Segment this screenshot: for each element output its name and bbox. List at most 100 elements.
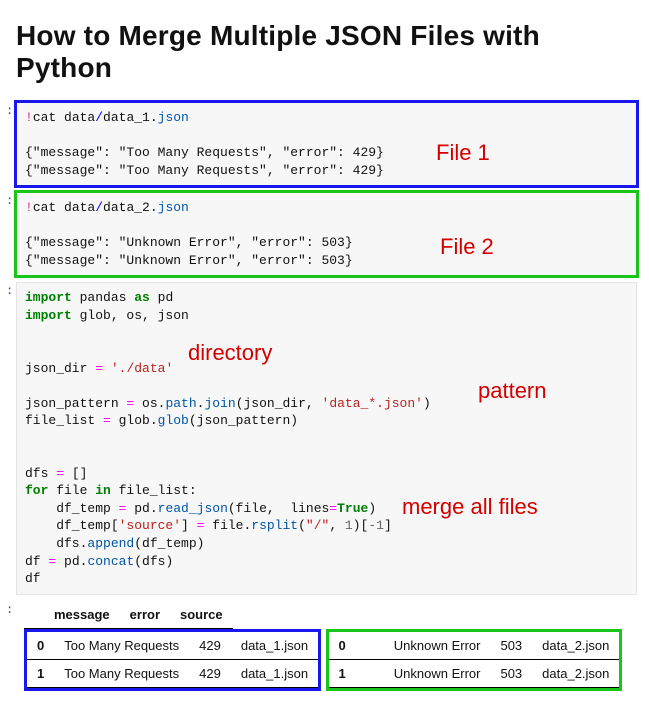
txt: json_dir	[25, 361, 95, 376]
rows-group-file1: 0 Too Many Requests 429 data_1.json 1 To…	[24, 629, 321, 691]
row-index: 1	[329, 659, 356, 687]
output-line: {"message": "Unknown Error", "error": 50…	[25, 235, 353, 250]
df-header: message error source	[24, 601, 233, 629]
txt: (json_pattern)	[189, 413, 298, 428]
kw-in: in	[95, 483, 111, 498]
slash: /	[95, 200, 103, 215]
table-row: 1 Too Many Requests 429 data_1.json	[27, 659, 318, 687]
table-header-row: message error source	[24, 601, 233, 629]
code-block-file1: !cat data/data_1.json {"message": "Too M…	[16, 102, 637, 186]
txt: df	[25, 554, 48, 569]
txt: []	[64, 466, 87, 481]
annotation-merge: merge all files	[402, 494, 538, 520]
cell-error: 503	[490, 659, 532, 687]
txt: )	[368, 501, 376, 516]
rows-group-file2: 0 Unknown Error 503 data_2.json 1 Unknow…	[326, 629, 623, 691]
txt: (json_dir,	[236, 396, 322, 411]
eq: =	[95, 361, 103, 376]
cell-cat-file1: !cat data/data_1.json {"message": "Too M…	[8, 102, 637, 186]
txt: file_list:	[111, 483, 197, 498]
txt: file.	[204, 518, 251, 533]
num: -1	[368, 518, 384, 533]
kw-import: import	[25, 308, 72, 323]
cell-message: Too Many Requests	[54, 659, 189, 687]
annotation-pattern: pattern	[478, 378, 547, 404]
page-title: How to Merge Multiple JSON Files with Py…	[16, 20, 637, 84]
txt: pd.	[56, 554, 87, 569]
cell-error: 429	[189, 632, 231, 660]
func: concat	[87, 554, 134, 569]
table-row: 0 Too Many Requests 429 data_1.json	[27, 632, 318, 660]
slash: /	[95, 110, 103, 125]
kw-as: as	[134, 290, 150, 305]
file-ext: json	[158, 110, 189, 125]
cat-cmd: cat data	[33, 110, 95, 125]
cat-cmd: cat data	[33, 200, 95, 215]
txt: json_pattern	[25, 396, 126, 411]
file-ext: json	[158, 200, 189, 215]
txt	[103, 361, 111, 376]
kw-import: import	[25, 290, 72, 305]
txt: dfs	[25, 466, 56, 481]
row-index: 1	[27, 659, 54, 687]
txt: ]	[384, 518, 392, 533]
num: 1	[345, 518, 353, 533]
cell-message: Unknown Error	[356, 632, 491, 660]
txt: dfs.	[25, 536, 87, 551]
cell-cat-file2: !cat data/data_2.json {"message": "Unkno…	[8, 192, 637, 276]
const: True	[337, 501, 368, 516]
txt: (file, lines	[228, 501, 329, 516]
cell-source: data_1.json	[231, 632, 318, 660]
txt: os.	[134, 396, 165, 411]
func: append	[87, 536, 134, 551]
col-message: message	[44, 601, 120, 629]
table-row: 1 Unknown Error 503 data_2.json	[329, 659, 620, 687]
output-line: {"message": "Too Many Requests", "error"…	[25, 163, 384, 178]
txt: ,	[329, 518, 345, 533]
cell-message: Too Many Requests	[54, 632, 189, 660]
eq: =	[103, 413, 111, 428]
txt: pandas	[72, 290, 134, 305]
file-name-stem: data_1.	[103, 110, 158, 125]
annotation-directory: directory	[188, 340, 272, 366]
bang-operator: !	[25, 200, 33, 215]
txt: file	[48, 483, 95, 498]
cell-merge-code: import pandas as pd import glob, os, jso…	[8, 282, 637, 594]
eq: =	[56, 466, 64, 481]
cell-error: 429	[189, 659, 231, 687]
str: './data'	[111, 361, 173, 376]
col-idx	[24, 601, 44, 629]
cell-source: data_2.json	[532, 659, 619, 687]
txt: df_temp	[25, 501, 119, 516]
txt: (df_temp)	[134, 536, 204, 551]
txt: pd.	[126, 501, 157, 516]
code-block-main: import pandas as pd import glob, os, jso…	[16, 282, 637, 594]
func: rsplit	[251, 518, 298, 533]
eq: =	[329, 501, 337, 516]
str: 'source'	[119, 518, 181, 533]
cell-source: data_1.json	[231, 659, 318, 687]
func: glob	[158, 413, 189, 428]
kw-for: for	[25, 483, 48, 498]
txt: df_temp[	[25, 518, 119, 533]
txt: )	[423, 396, 431, 411]
output-line: {"message": "Too Many Requests", "error"…	[25, 145, 384, 160]
dataframe-output: message error source 0 Too Many Requests…	[24, 601, 637, 696]
str: 'data_*.json'	[322, 396, 423, 411]
annotation-file1: File 1	[436, 140, 490, 166]
txt: (	[298, 518, 306, 533]
txt: file_list	[25, 413, 103, 428]
cell-source: data_2.json	[532, 632, 619, 660]
row-index: 0	[27, 632, 54, 660]
txt: (dfs)	[134, 554, 173, 569]
txt: )[	[353, 518, 369, 533]
txt: pd	[150, 290, 173, 305]
txt: ]	[181, 518, 197, 533]
col-error: error	[120, 601, 170, 629]
code-block-file2: !cat data/data_2.json {"message": "Unkno…	[16, 192, 637, 276]
func: read_json	[158, 501, 228, 516]
cell-output-table: message error source 0 Too Many Requests…	[8, 601, 637, 696]
page-root: How to Merge Multiple JSON Files with Py…	[0, 0, 649, 706]
cell-message: Unknown Error	[356, 659, 491, 687]
col-source: source	[170, 601, 233, 629]
